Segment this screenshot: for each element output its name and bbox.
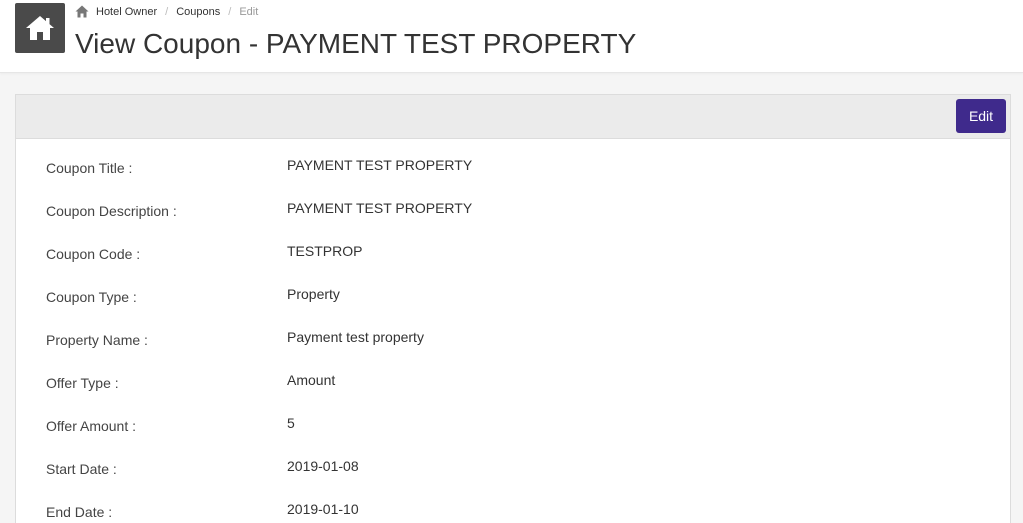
edit-button[interactable]: Edit (956, 99, 1006, 133)
detail-label: Start Date : (46, 461, 117, 477)
detail-row-end-date: End Date : 2019-01-10 (16, 483, 1010, 523)
detail-row-property-name: Property Name : Payment test property (16, 311, 1010, 354)
home-tile[interactable] (15, 3, 65, 53)
coupon-details-panel: Edit Coupon Title : PAYMENT TEST PROPERT… (15, 94, 1011, 523)
detail-label: Coupon Code : (46, 246, 141, 262)
panel-header: Edit (16, 95, 1010, 139)
detail-value: PAYMENT TEST PROPERTY (287, 200, 473, 216)
breadcrumb-separator: / (228, 6, 232, 18)
page-title: View Coupon - PAYMENT TEST PROPERTY (75, 28, 637, 59)
detail-label: Property Name : (46, 332, 148, 348)
detail-value: Property (287, 286, 340, 302)
detail-row-coupon-description: Coupon Description : PAYMENT TEST PROPER… (16, 182, 1010, 225)
detail-label: Offer Amount : (46, 418, 137, 434)
detail-value: Payment test property (287, 329, 424, 345)
detail-row-offer-type: Offer Type : Amount (16, 354, 1010, 397)
detail-row-start-date: Start Date : 2019-01-08 (16, 440, 1010, 483)
detail-label: Offer Type : (46, 375, 119, 391)
breadcrumb: Hotel Owner / Coupons / Edit (75, 4, 258, 20)
detail-row-coupon-type: Coupon Type : Property (16, 268, 1010, 311)
breadcrumb-separator: / (165, 6, 169, 18)
detail-row-offer-amount: Offer Amount : 5 (16, 397, 1010, 440)
breadcrumb-edit: Edit (239, 6, 259, 18)
breadcrumb-hotel-owner[interactable]: Hotel Owner (96, 6, 157, 18)
breadcrumb-coupons[interactable]: Coupons (176, 6, 220, 18)
detail-value: PAYMENT TEST PROPERTY (287, 157, 473, 173)
detail-value: 2019-01-08 (287, 458, 359, 474)
page-header: Hotel Owner / Coupons / Edit View Coupon… (0, 0, 1023, 73)
detail-value: 2019-01-10 (287, 501, 359, 517)
detail-label: Coupon Type : (46, 289, 137, 305)
breadcrumb-home-icon[interactable] (75, 5, 89, 19)
detail-value: TESTPROP (287, 243, 363, 259)
detail-row-coupon-title: Coupon Title : PAYMENT TEST PROPERTY (16, 139, 1010, 182)
detail-label: Coupon Description : (46, 203, 177, 219)
detail-value: 5 (287, 415, 295, 431)
home-icon (26, 16, 54, 40)
detail-label: Coupon Title : (46, 160, 133, 176)
detail-label: End Date : (46, 504, 113, 520)
detail-row-coupon-code: Coupon Code : TESTPROP (16, 225, 1010, 268)
detail-value: Amount (287, 372, 336, 388)
